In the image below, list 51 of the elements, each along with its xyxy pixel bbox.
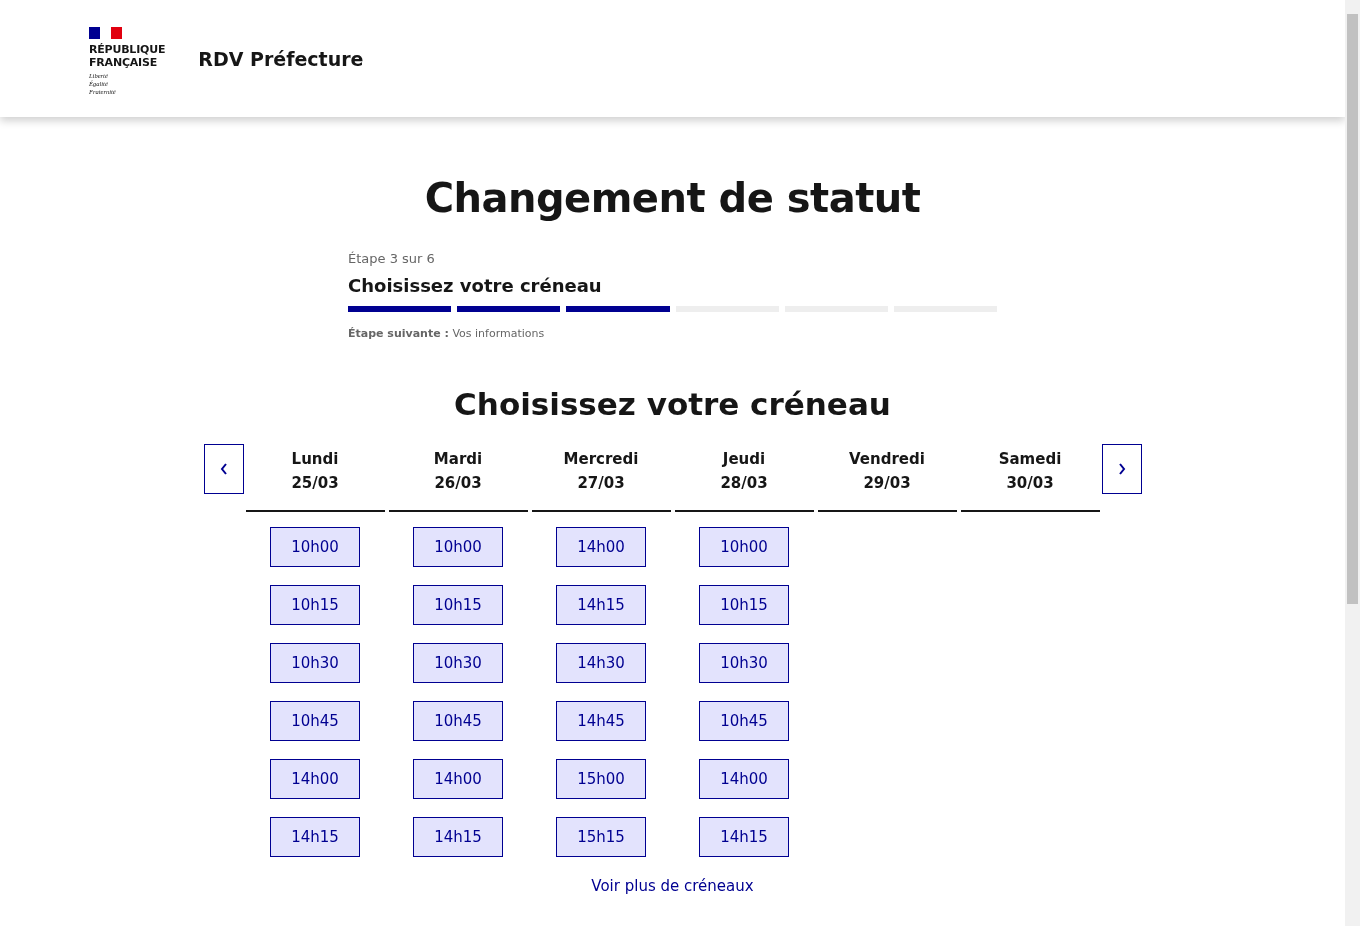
- time-slot-button[interactable]: 14h00: [270, 759, 360, 799]
- day-date: 27/03: [577, 473, 625, 494]
- time-slot-button[interactable]: 10h45: [270, 701, 360, 741]
- step-counter: Étape 3 sur 6: [348, 251, 436, 266]
- previous-button[interactable]: [203, 444, 244, 494]
- time-slot-button[interactable]: 10h15: [270, 585, 360, 625]
- flag-icon: [89, 27, 122, 39]
- day-name: Jeudi: [722, 449, 766, 470]
- time-slot-button[interactable]: 10h30: [699, 643, 789, 683]
- next-button[interactable]: [1101, 444, 1142, 494]
- page-title: Changement de statut: [424, 175, 921, 221]
- day-name: Vendredi: [849, 449, 925, 470]
- day-date: 29/03: [863, 473, 911, 494]
- time-slot-button[interactable]: 10h15: [413, 585, 503, 625]
- day-name: Mardi: [433, 449, 483, 470]
- time-slot-button[interactable]: 14h00: [699, 759, 789, 799]
- day-date: 25/03: [291, 473, 339, 494]
- day-name: Mercredi: [563, 449, 639, 470]
- time-slot-button[interactable]: 14h45: [556, 701, 646, 741]
- time-slot-button[interactable]: 14h30: [556, 643, 646, 683]
- chevron-right-icon: [1117, 463, 1126, 475]
- day-name: Lundi: [291, 449, 339, 470]
- chevron-left-icon: [219, 463, 228, 475]
- time-slot-button[interactable]: 10h15: [699, 585, 789, 625]
- time-slot-button[interactable]: 10h45: [699, 701, 789, 741]
- scrollbar-thumb[interactable]: [1347, 14, 1358, 604]
- time-slot-button[interactable]: 10h00: [413, 527, 503, 567]
- time-slot-button[interactable]: 14h00: [413, 759, 503, 799]
- time-slot-button[interactable]: 10h30: [270, 643, 360, 683]
- next-step-label: Étape suivante :: [348, 327, 449, 340]
- time-slot-button[interactable]: 14h15: [413, 817, 503, 857]
- time-slot-button[interactable]: 14h15: [556, 585, 646, 625]
- time-slot-button[interactable]: 14h15: [699, 817, 789, 857]
- more-slots-link[interactable]: Voir plus de créneaux: [591, 877, 754, 895]
- day-date: 30/03: [1006, 473, 1054, 494]
- next-step-value: Vos informations: [452, 327, 545, 340]
- step-title: Choisissez votre créneau: [348, 275, 603, 296]
- day-date: 26/03: [434, 473, 482, 494]
- time-slot-button[interactable]: 15h15: [556, 817, 646, 857]
- service-title[interactable]: RDV Préfecture: [198, 47, 364, 70]
- time-slot-button[interactable]: 10h45: [413, 701, 503, 741]
- section-title: Choisissez votre créneau: [454, 386, 891, 422]
- time-slot-button[interactable]: 15h00: [556, 759, 646, 799]
- day-date: 28/03: [720, 473, 768, 494]
- time-slot-button[interactable]: 10h00: [699, 527, 789, 567]
- time-slot-button[interactable]: 10h00: [270, 527, 360, 567]
- logo-text: RÉPUBLIQUE FRANÇAISE: [89, 43, 166, 69]
- time-slot-button[interactable]: 10h30: [413, 643, 503, 683]
- time-slot-button[interactable]: 14h15: [270, 817, 360, 857]
- day-name: Samedi: [998, 449, 1062, 470]
- time-slot-button[interactable]: 14h00: [556, 527, 646, 567]
